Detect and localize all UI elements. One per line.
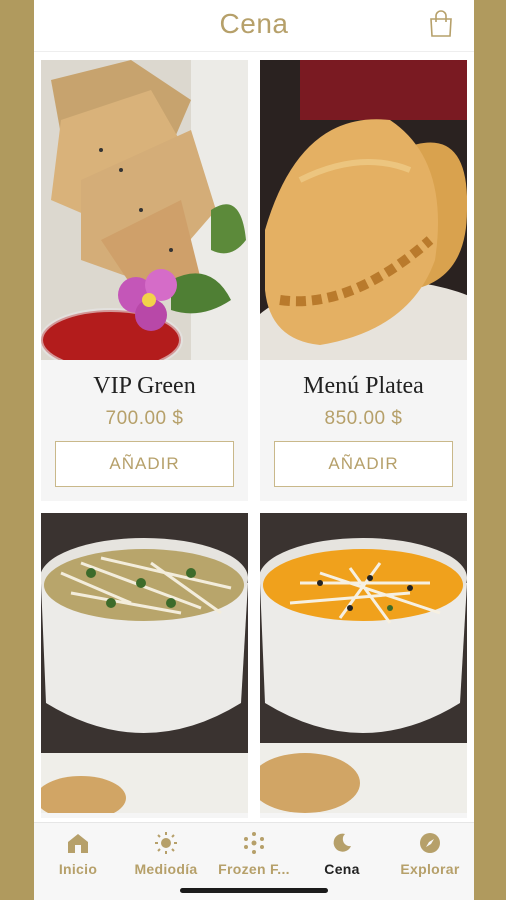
product-photo-menu-platea[interactable] [240,60,474,420]
product-card[interactable] [250,513,467,818]
product-name: VIP Green [93,373,196,399]
shopping-bag-icon[interactable] [428,10,454,38]
page-title: Cena [219,8,289,39]
product-name: Menú Platea [303,373,424,399]
tab-label: Inicio [58,861,98,877]
home-indicator[interactable] [180,888,328,893]
snowflake-icon [244,832,264,854]
moon-icon [333,833,351,852]
tab-inicio[interactable]: Inicio [34,823,122,900]
tab-label: Mediodía [134,861,198,877]
header: Cena [34,0,474,52]
product-card[interactable]: VIP Green 700.00 $ AÑADIR [39,60,248,501]
product-price: 850.00 $ [324,408,403,429]
tab-label: Cena [324,861,360,877]
add-to-cart-button[interactable]: AÑADIR [274,441,453,487]
product-photo-vip-green[interactable] [39,60,248,372]
compass-icon [420,833,440,853]
sun-icon [155,832,177,854]
home-icon [68,834,88,853]
app-screen: Cena VIP Green 700.00 $ AÑADIR Menú Plat… [34,0,474,900]
product-price: 700.00 $ [105,408,184,429]
product-card[interactable] [36,513,248,820]
add-to-cart-button[interactable]: AÑADIR [55,441,234,487]
product-grid: VIP Green 700.00 $ AÑADIR Menú Platea 85… [36,60,474,820]
product-card[interactable]: Menú Platea 850.00 $ AÑADIR [240,60,474,501]
product-photo-soup-orange[interactable] [250,513,467,813]
product-photo-soup-green[interactable] [36,513,248,820]
tab-explorar[interactable]: Explorar [386,823,474,900]
tab-label: Frozen F... [218,861,290,877]
tab-label: Explorar [400,861,460,877]
